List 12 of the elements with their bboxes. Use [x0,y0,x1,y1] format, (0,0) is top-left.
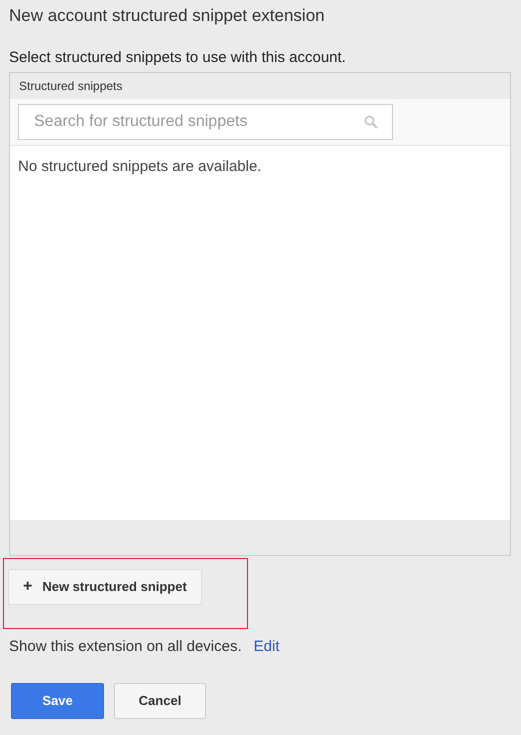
devices-text: Show this extension on all devices. [9,637,242,657]
edit-link[interactable]: Edit [254,636,280,658]
dialog-title: New account structured snippet extension [9,5,326,27]
cancel-button[interactable]: Cancel [114,682,206,718]
search-icon [364,115,378,129]
empty-message: No structured snippets are available. [18,157,262,177]
new-snippet-button[interactable]: + New structured snippet [8,569,202,605]
search-field[interactable]: Search for structured snippets [18,104,393,140]
panel-header: Structured snippets [10,73,510,99]
plus-icon: + [23,579,32,595]
instruction-text: Select structured snippets to use with this account. [9,48,347,68]
save-button[interactable]: Save [11,682,104,718]
